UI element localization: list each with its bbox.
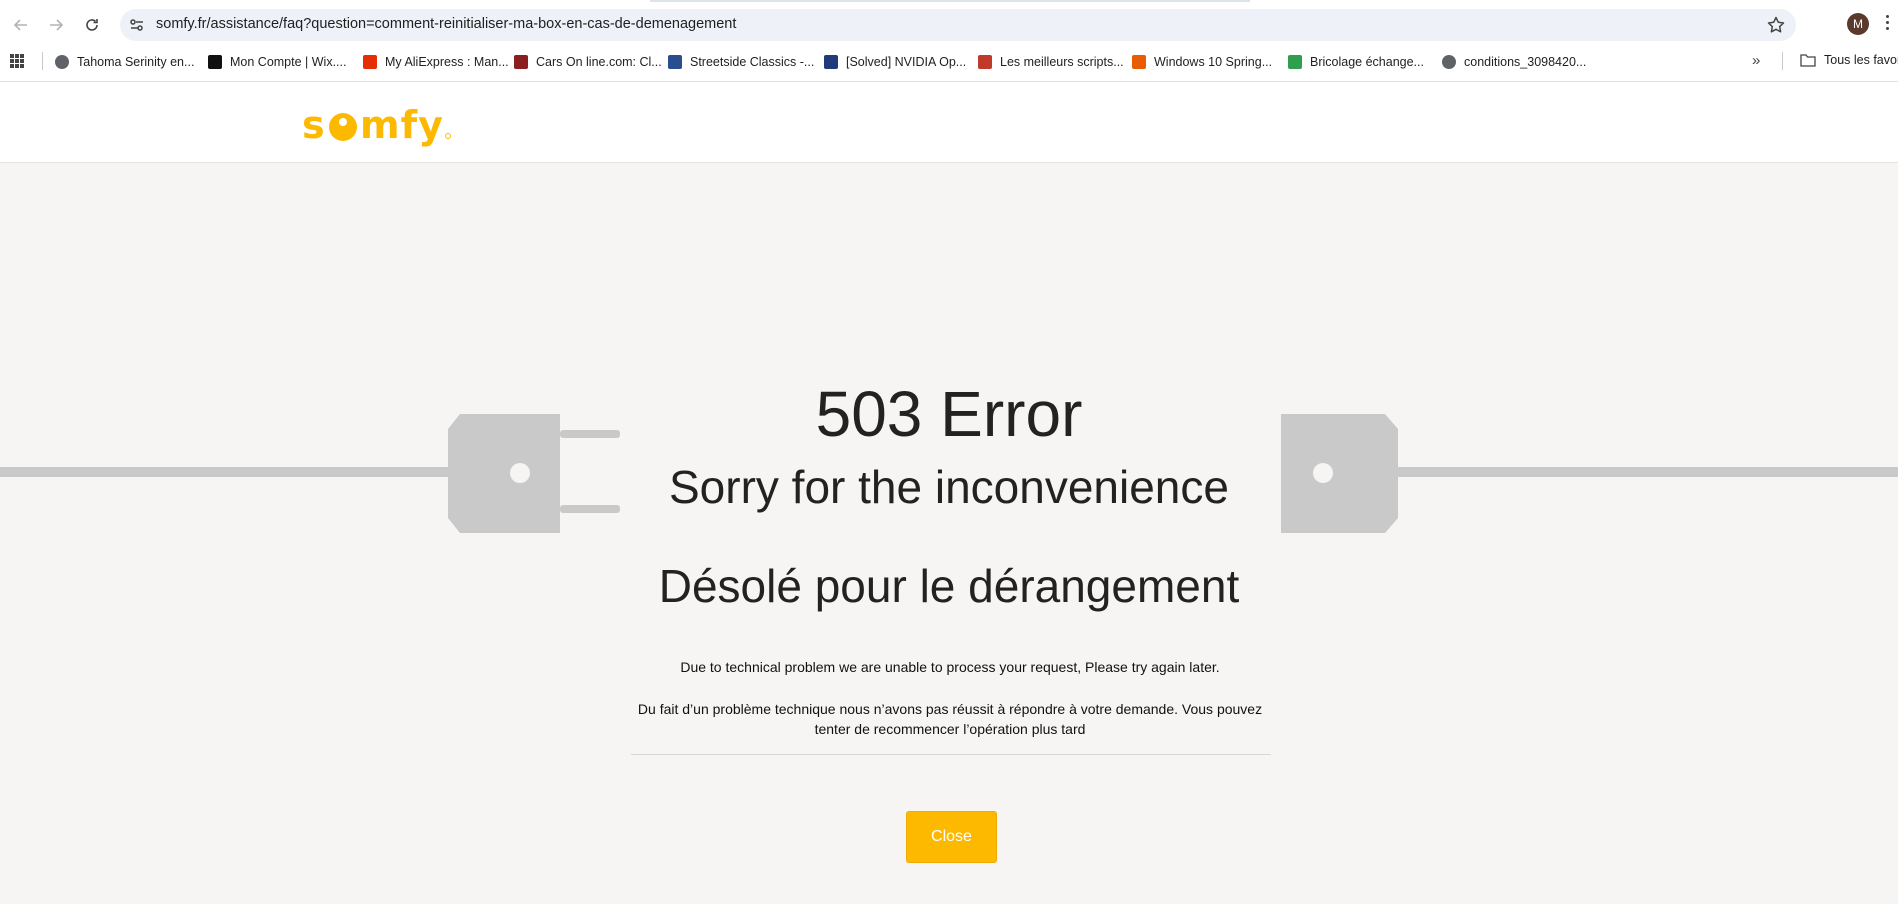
bookmark-label: [Solved] NVIDIA Op... — [846, 55, 967, 69]
forward-button[interactable] — [43, 12, 69, 38]
arrow-right-icon — [50, 19, 64, 31]
bookmark-label: Mon Compte | Wix.... — [230, 55, 347, 69]
bookmark-item[interactable]: conditions_3098420... — [1442, 53, 1586, 71]
wix-icon — [208, 55, 222, 69]
somfy-logo[interactable]: s mfy — [300, 100, 460, 150]
error-subtitle-fr: Désolé pour le dérangement — [658, 560, 1240, 612]
site-info-icon[interactable] — [128, 16, 146, 34]
globe-icon — [1442, 55, 1456, 69]
more-bookmarks-icon[interactable]: » — [1752, 52, 1760, 69]
globe-icon — [55, 55, 69, 69]
bookmarks-bar: Tahoma Serinity en... Mon Compte | Wix...… — [0, 48, 1898, 74]
url-text[interactable]: somfy.fr/assistance/faq?question=comment… — [156, 16, 736, 32]
bookmark-item[interactable]: Les meilleurs scripts... — [978, 53, 1124, 71]
all-bookmarks-folder[interactable]: Tous les favoris — [1800, 53, 1898, 67]
bookmark-item[interactable]: Cars On line.com: Cl... — [514, 53, 662, 71]
bookmark-label: My AliExpress : Man... — [385, 55, 509, 69]
apps-grid-icon[interactable] — [10, 54, 24, 68]
folder-icon — [1800, 54, 1816, 67]
shield-icon — [668, 55, 682, 69]
svg-text:mfy: mfy — [360, 103, 444, 147]
bookmark-item[interactable]: Bricolage échange... — [1288, 53, 1424, 71]
error-page: 503 Error Sorry for the inconvenience Dé… — [0, 163, 1898, 904]
bookmark-label: Les meilleurs scripts... — [1000, 55, 1124, 69]
bookmark-separator — [42, 52, 43, 70]
address-bar[interactable]: somfy.fr/assistance/faq?question=comment… — [120, 9, 1796, 41]
profile-avatar[interactable]: M — [1847, 13, 1869, 35]
svg-text:s: s — [302, 103, 326, 147]
back-button[interactable] — [8, 12, 34, 38]
reload-button[interactable] — [79, 12, 105, 38]
bricolage-icon — [1288, 55, 1302, 69]
bookmark-item[interactable]: Windows 10 Spring... — [1132, 53, 1272, 71]
error-subtitle-en: Sorry for the inconvenience — [669, 461, 1229, 513]
error-message-en: Due to technical problem we are unable t… — [680, 659, 1220, 675]
bookmark-item[interactable]: Mon Compte | Wix.... — [208, 53, 346, 71]
browser-chrome: somfy.fr/assistance/faq?question=comment… — [0, 0, 1898, 82]
error-code-title: 503 Error — [815, 378, 1083, 450]
cars-icon — [514, 55, 528, 69]
content-divider — [631, 754, 1271, 755]
bookmark-label: Bricolage échange... — [1310, 55, 1424, 69]
browser-menu-icon[interactable] — [1886, 15, 1892, 35]
bookmark-item[interactable]: Streetside Classics -... — [668, 53, 814, 71]
bookmark-item[interactable]: My AliExpress : Man... — [363, 53, 509, 71]
bookmark-label: Streetside Classics -... — [690, 55, 815, 69]
bookmark-label: Tahoma Serinity en... — [77, 55, 195, 69]
aliexpress-icon — [363, 55, 377, 69]
nvidia-icon — [824, 55, 838, 69]
bookmark-label: Cars On line.com: Cl... — [536, 55, 662, 69]
folder-label: Tous les favoris — [1824, 53, 1898, 67]
windows-icon — [1132, 55, 1146, 69]
bookmark-label: conditions_3098420... — [1464, 55, 1587, 69]
bookmark-star-icon[interactable] — [1766, 15, 1786, 35]
tab-strip-edge — [650, 0, 1250, 2]
script-icon — [978, 55, 992, 69]
unplugged-cable-illustration — [0, 414, 1898, 533]
bookmark-item[interactable]: Tahoma Serinity en... — [55, 53, 194, 71]
bookmark-item[interactable]: [Solved] NVIDIA Op... — [824, 53, 966, 71]
bookmark-label: Windows 10 Spring... — [1154, 55, 1273, 69]
error-message-fr: Du fait d’un problème technique nous n’a… — [637, 701, 1263, 737]
bookmark-separator — [1782, 52, 1783, 70]
site-header: s mfy — [0, 82, 1898, 163]
close-button[interactable]: Close — [906, 811, 997, 863]
arrow-left-icon — [13, 19, 27, 31]
reload-icon — [86, 19, 98, 31]
